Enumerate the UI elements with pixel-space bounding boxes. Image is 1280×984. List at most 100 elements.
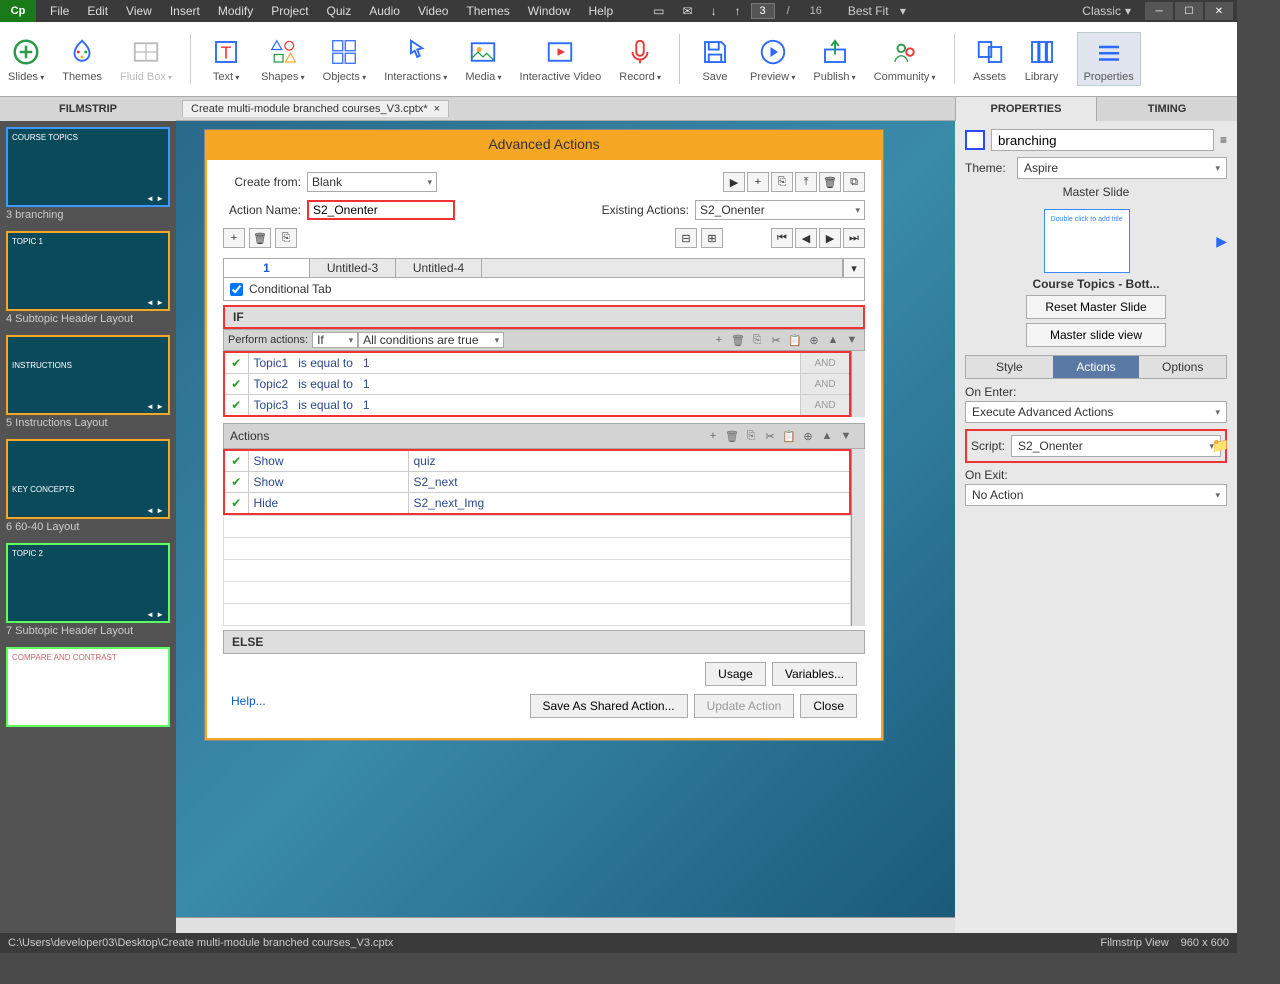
ribbon-save[interactable]: Save: [698, 35, 732, 83]
save-shared-button[interactable]: Save As Shared Action...: [530, 694, 688, 718]
decision-tab-1[interactable]: 1: [224, 259, 310, 277]
master-view-button[interactable]: Master slide view: [1026, 323, 1166, 347]
nav-first-icon[interactable]: ⏮: [771, 228, 793, 248]
action-name-input[interactable]: [307, 200, 455, 220]
ribbon-text[interactable]: TText: [209, 35, 243, 83]
existing-actions-dropdown[interactable]: S2_Onenter: [695, 200, 865, 220]
usage-button[interactable]: Usage: [705, 662, 766, 686]
panel-menu-icon[interactable]: ≡: [1220, 133, 1227, 147]
nav-prev-icon[interactable]: ◀: [795, 228, 817, 248]
on-exit-dropdown[interactable]: No Action: [965, 484, 1227, 506]
nav-next-icon[interactable]: ▶: [819, 228, 841, 248]
menu-edit[interactable]: Edit: [79, 2, 116, 20]
add-action-icon[interactable]: +: [747, 172, 769, 192]
menu-video[interactable]: Video: [410, 2, 456, 20]
nav-last-icon[interactable]: ⏭: [843, 228, 865, 248]
on-enter-dropdown[interactable]: Execute Advanced Actions: [965, 401, 1227, 423]
menu-audio[interactable]: Audio: [361, 2, 408, 20]
create-from-dropdown[interactable]: Blank: [307, 172, 437, 192]
actions-empty-rows[interactable]: [223, 515, 851, 626]
menu-file[interactable]: File: [42, 2, 77, 20]
ribbon-themes[interactable]: Themes: [62, 35, 102, 83]
ribbon-properties[interactable]: Properties: [1077, 32, 1141, 86]
current-slide-input[interactable]: [751, 3, 775, 19]
filmstrip-slide[interactable]: COMPARE AND CONTRAST: [6, 647, 170, 727]
decision-tab-3[interactable]: Untitled-4: [396, 259, 482, 277]
update-action-button[interactable]: Update Action: [694, 694, 795, 718]
delete-decision-icon[interactable]: 🗑: [249, 228, 271, 248]
preview-action-icon[interactable]: ▶: [723, 172, 745, 192]
copy-action-row-icon[interactable]: ⎘: [743, 428, 759, 444]
import-action-icon[interactable]: ⤒: [795, 172, 817, 192]
ribbon-library[interactable]: Library: [1025, 35, 1059, 83]
variables-button[interactable]: Variables...: [772, 662, 857, 686]
close-tab-icon[interactable]: ×: [434, 103, 440, 115]
theme-dropdown[interactable]: Aspire: [1017, 157, 1227, 179]
menu-help[interactable]: Help: [580, 2, 621, 20]
perform-type-dropdown[interactable]: If: [312, 332, 358, 348]
else-header[interactable]: ELSE: [223, 630, 865, 654]
maximize-button[interactable]: ☐: [1175, 2, 1203, 20]
duplicate-action-icon[interactable]: ⎘: [771, 172, 793, 192]
filmstrip-list[interactable]: COURSE TOPICS◄ ► 3 branching TOPIC 1◄ ► …: [0, 121, 176, 933]
add-action-row-icon[interactable]: +: [705, 428, 721, 444]
tab-timing[interactable]: TIMING: [1096, 97, 1237, 121]
copy-row-icon[interactable]: ⎘: [749, 332, 765, 348]
filmstrip-slide[interactable]: INSTRUCTIONS◄ ► 5 Instructions Layout: [6, 335, 170, 431]
ribbon-slides[interactable]: Slides: [8, 35, 44, 83]
delete-row-icon[interactable]: 🗑: [730, 332, 746, 348]
move-action-down-icon[interactable]: ▼: [838, 428, 854, 444]
delete-action-row-icon[interactable]: 🗑: [724, 428, 740, 444]
menu-view[interactable]: View: [118, 2, 160, 20]
tabs-dropdown-icon[interactable]: ▾: [843, 258, 865, 278]
table-row[interactable]: ✔Showquiz: [224, 450, 850, 472]
document-tab[interactable]: Create multi-module branched courses_V3.…: [182, 100, 449, 117]
up-arrow-icon[interactable]: ↑: [727, 2, 749, 20]
actions-scrollbar[interactable]: [851, 449, 865, 626]
add-decision-icon[interactable]: +: [223, 228, 245, 248]
ribbon-media[interactable]: Media: [465, 35, 501, 83]
script-dropdown[interactable]: S2_Onenter: [1011, 435, 1221, 457]
table-row[interactable]: ✔Topic3 is equal to 1AND: [224, 395, 850, 417]
filmstrip-slide[interactable]: TOPIC 1◄ ► 4 Subtopic Header Layout: [6, 231, 170, 327]
cut-row-icon[interactable]: ✂: [768, 332, 784, 348]
ribbon-objects[interactable]: Objects: [323, 35, 367, 83]
filmstrip-slide[interactable]: KEY CONCEPTS◄ ► 6 60-40 Layout: [6, 439, 170, 535]
table-row[interactable]: ✔ShowS2_next: [224, 472, 850, 493]
filmstrip-slide[interactable]: COURSE TOPICS◄ ► 3 branching: [6, 127, 170, 223]
condition-match-dropdown[interactable]: All conditions are true: [358, 332, 504, 348]
zoom-dropdown[interactable]: Best Fit ▾: [832, 2, 914, 20]
ribbon-interactions[interactable]: Interactions: [384, 35, 447, 83]
reset-master-button[interactable]: Reset Master Slide: [1026, 295, 1166, 319]
folder-icon[interactable]: 📁: [1212, 437, 1229, 453]
insert-action-row-icon[interactable]: ⊕: [800, 428, 816, 444]
menu-quiz[interactable]: Quiz: [319, 2, 360, 20]
delete-action-icon[interactable]: 🗑: [819, 172, 841, 192]
menu-window[interactable]: Window: [520, 2, 579, 20]
paste-action-row-icon[interactable]: 📋: [781, 428, 797, 444]
ribbon-preview[interactable]: Preview: [750, 35, 795, 83]
duplicate-decision-icon[interactable]: ⎘: [275, 228, 297, 248]
paste-row-icon[interactable]: 📋: [787, 332, 803, 348]
copy-action-icon[interactable]: ⧉: [843, 172, 865, 192]
workspace-dropdown[interactable]: Classic ▾: [1074, 2, 1139, 20]
master-slide-preview[interactable]: Double click to add title: [1044, 209, 1130, 273]
slide-name-input[interactable]: [991, 129, 1214, 151]
collapse-icon[interactable]: ⊟: [675, 228, 697, 248]
move-action-up-icon[interactable]: ▲: [819, 428, 835, 444]
menu-insert[interactable]: Insert: [162, 2, 208, 20]
ribbon-interactive-video[interactable]: Interactive Video: [520, 35, 602, 83]
move-up-icon[interactable]: ▲: [825, 332, 841, 348]
ribbon-shapes[interactable]: Shapes: [261, 35, 305, 83]
expand-icon[interactable]: ⊞: [701, 228, 723, 248]
table-row[interactable]: ✔Topic1 is equal to 1AND: [224, 352, 850, 374]
menu-modify[interactable]: Modify: [210, 2, 261, 20]
ribbon-community[interactable]: Community: [874, 35, 936, 83]
horizontal-scrollbar[interactable]: [176, 917, 955, 933]
master-expand-icon[interactable]: ▶: [1216, 233, 1227, 250]
tab-properties[interactable]: PROPERTIES: [955, 97, 1096, 121]
move-down-icon[interactable]: ▼: [844, 332, 860, 348]
sub-tab-actions[interactable]: Actions: [1053, 356, 1140, 378]
minimize-button[interactable]: ─: [1145, 2, 1173, 20]
conditional-checkbox[interactable]: [230, 283, 243, 296]
